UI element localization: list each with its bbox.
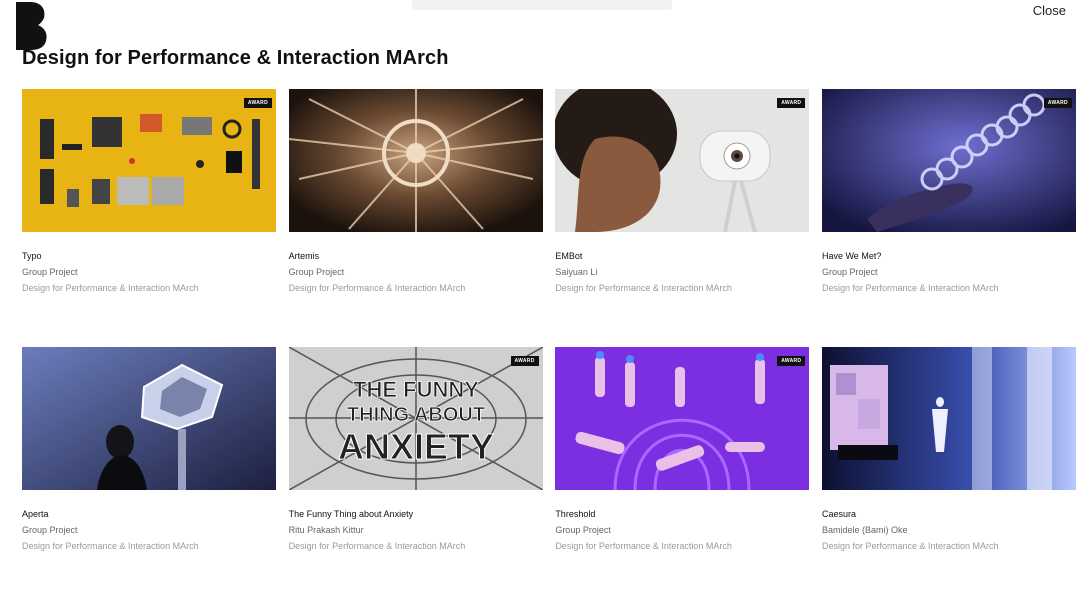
anxiety-line-3: ANXIETY — [338, 426, 494, 467]
project-card-aperta[interactable]: Aperta Group Project Design for Performa… — [22, 347, 276, 605]
thumbnail-anxiety-lettering: THE FUNNY THING ABOUT ANXIETY — [288, 347, 543, 490]
card-title[interactable]: Artemis — [289, 251, 543, 262]
card-author: Ritu Prakash Kittur — [288, 525, 364, 535]
thumbnail-woman-under-lamp — [22, 347, 276, 490]
card-title[interactable]: Have We Met? — [822, 251, 1076, 262]
project-card-funny-thing-about-anxiety[interactable]: THE FUNNY THING ABOUT ANXIETY AWARD The … — [288, 347, 543, 605]
thumbnail-blue-performance-room — [821, 347, 1076, 490]
thumbnail-hand-with-glass-coil — [821, 89, 1076, 232]
card-program: Design for Performance & Interaction MAr… — [821, 541, 999, 551]
project-thumbnail[interactable] — [821, 347, 1076, 490]
award-badge: AWARD — [243, 98, 272, 108]
thumbnail-brown-radial-sculpture — [288, 89, 543, 232]
project-card-artemis[interactable]: Artemis Group Project Design for Perform… — [288, 89, 543, 347]
thumbnail-yellow-flatlay — [22, 89, 276, 232]
project-card-embot[interactable]: AWARD EMBot Saiyuan Li Design for Perfor… — [555, 89, 810, 347]
card-program: Design for Performance & Interaction MAr… — [288, 541, 466, 551]
card-title[interactable]: Threshold — [555, 509, 809, 520]
close-button[interactable]: Close — [1033, 3, 1066, 18]
card-author: Group Project — [22, 525, 78, 535]
card-program: Design for Performance & Interaction MAr… — [22, 283, 199, 293]
card-program: Design for Performance & Interaction MAr… — [555, 541, 732, 551]
card-author: Group Project — [288, 267, 345, 277]
award-badge: AWARD — [510, 356, 539, 366]
project-thumbnail[interactable]: AWARD — [821, 89, 1076, 232]
card-title[interactable]: Aperta — [22, 509, 276, 520]
project-card-threshold[interactable]: AWARD Threshold Group Project Design for… — [555, 347, 810, 605]
card-program: Design for Performance & Interaction MAr… — [22, 541, 199, 551]
card-title[interactable]: The Funny Thing about Anxiety — [289, 509, 543, 520]
project-card-typo[interactable]: AWARD Typo Group Project Design for Perf… — [22, 89, 276, 347]
award-badge: AWARD — [1043, 98, 1072, 108]
card-author: Group Project — [821, 267, 878, 277]
search-bar-edge[interactable] — [412, 0, 672, 10]
project-thumbnail[interactable]: THE FUNNY THING ABOUT ANXIETY AWARD — [288, 347, 543, 490]
project-grid: AWARD Typo Group Project Design for Perf… — [22, 89, 1076, 605]
project-card-have-we-met[interactable]: AWARD Have We Met? Group Project Design … — [821, 89, 1076, 347]
card-title[interactable]: EMBot — [555, 251, 809, 262]
project-card-caesura[interactable]: Caesura Bamidele (Bami) Oke Design for P… — [821, 347, 1076, 605]
card-program: Design for Performance & Interaction MAr… — [288, 283, 466, 293]
project-thumbnail[interactable]: AWARD — [555, 89, 810, 232]
project-thumbnail[interactable] — [22, 347, 276, 490]
anxiety-line-1: THE FUNNY — [353, 377, 479, 402]
card-title[interactable]: Caesura — [822, 509, 1076, 520]
card-program: Design for Performance & Interaction MAr… — [821, 283, 999, 293]
project-thumbnail[interactable]: AWARD — [555, 347, 810, 490]
project-thumbnail[interactable] — [288, 89, 543, 232]
project-thumbnail[interactable]: AWARD — [22, 89, 276, 232]
thumbnail-purple-motion-capture — [555, 347, 810, 490]
logo[interactable] — [14, 2, 48, 50]
card-author: Bamidele (Bami) Oke — [821, 525, 908, 535]
card-author: Saiyuan Li — [555, 267, 598, 277]
award-badge: AWARD — [777, 98, 806, 108]
anxiety-line-2: THING ABOUT — [347, 404, 485, 426]
thumbnail-woman-and-eye-robot — [555, 89, 810, 232]
card-title[interactable]: Typo — [22, 251, 276, 262]
card-program: Design for Performance & Interaction MAr… — [555, 283, 732, 293]
award-badge: AWARD — [777, 356, 806, 366]
card-author: Group Project — [555, 525, 611, 535]
card-author: Group Project — [22, 267, 78, 277]
page-title: Design for Performance & Interaction MAr… — [22, 47, 449, 69]
